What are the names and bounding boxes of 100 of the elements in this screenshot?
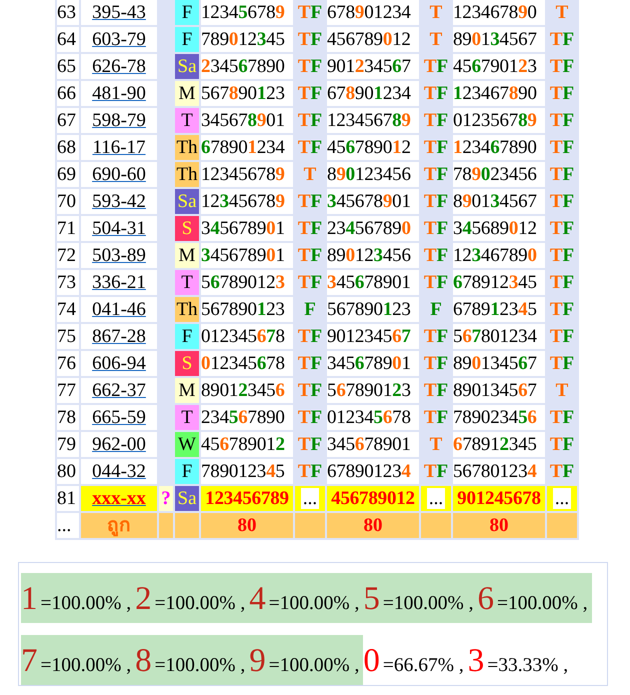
- stat-value: =100.00% ,: [497, 593, 588, 615]
- stat-value: =33.33% ,: [487, 655, 568, 677]
- result-mark: TF: [298, 326, 322, 347]
- day-cell: M: [175, 81, 199, 106]
- row-number: 66: [57, 81, 79, 106]
- digits-cell: 890134567: [453, 378, 545, 403]
- result-mark: TF: [550, 434, 574, 455]
- result-mark: TF: [298, 434, 322, 455]
- day-cell: Sa: [175, 54, 199, 79]
- result-mark: TF: [424, 137, 448, 158]
- result-mark: TF: [550, 299, 574, 320]
- digits-cell: 123456789: [201, 189, 293, 214]
- digits-cell: 890134567: [453, 351, 545, 376]
- digits-cell: 567890123: [327, 378, 419, 403]
- result-mark: T: [304, 164, 316, 185]
- result-mark: T: [430, 29, 442, 50]
- row-number: 63: [57, 0, 79, 25]
- digits-cell: 567890123: [201, 270, 293, 295]
- result-mark: TF: [550, 461, 574, 482]
- digits-cell: 234567890: [201, 54, 293, 79]
- day-cell: M: [175, 378, 199, 403]
- row-number: 69: [57, 162, 79, 187]
- result-mark: TF: [298, 218, 322, 239]
- row-number: 70: [57, 189, 79, 214]
- digits-cell: 789012345: [201, 459, 293, 484]
- result-mark: T: [430, 2, 442, 23]
- digits-cell: 789012345: [201, 27, 293, 52]
- stat-value: =100.00% ,: [382, 593, 474, 615]
- stat-digit: 6: [478, 581, 494, 617]
- digits-cell: 890134567: [453, 27, 545, 52]
- result-mark: TF: [298, 83, 322, 104]
- digits-cell: 123467890: [453, 0, 545, 25]
- digits-cell: 789023456: [453, 405, 545, 430]
- digits-cell: 456789012: [327, 486, 419, 511]
- digits-cell: 012345678: [201, 351, 293, 376]
- row-number: 67: [57, 108, 79, 133]
- result-mark: TF: [424, 326, 448, 347]
- result-mark: TF: [550, 56, 574, 77]
- result-mark: TF: [550, 110, 574, 131]
- day-cell: F: [175, 0, 199, 25]
- result-mark: TF: [424, 218, 448, 239]
- day-cell: Th: [175, 162, 199, 187]
- result-mark: TF: [550, 353, 574, 374]
- result-mark: TF: [298, 272, 322, 293]
- row-number: 65: [57, 54, 79, 79]
- digits-cell: 678912345: [453, 432, 545, 457]
- digits-cell: 345689012: [453, 216, 545, 241]
- stat-digit: 7: [21, 643, 38, 679]
- digits-cell: 890123456: [327, 243, 419, 268]
- stat-digit: 5: [363, 581, 380, 617]
- digits-cell: 456790123: [453, 54, 545, 79]
- day-cell: T: [175, 108, 199, 133]
- digits-cell: 901234567: [327, 324, 419, 349]
- result-mark: TF: [298, 29, 322, 50]
- digits-cell: 345678901: [201, 243, 293, 268]
- row-number: 74: [57, 297, 79, 322]
- digits-cell: 012356789: [453, 108, 545, 133]
- digits-cell: 901234567: [327, 54, 419, 79]
- row-number: 68: [57, 135, 79, 160]
- result-mark: TF: [298, 380, 322, 401]
- stat-value: =66.67% ,: [382, 655, 464, 677]
- row-number: 75: [57, 324, 79, 349]
- result-mark: T: [556, 380, 568, 401]
- digits-cell: 678912345: [453, 297, 545, 322]
- result-mark: TF: [550, 326, 574, 347]
- result-mark: TF: [424, 83, 448, 104]
- row-number: 76: [57, 351, 79, 376]
- stat-value: =100.00% ,: [40, 655, 132, 677]
- digits-cell: 123467890: [453, 243, 545, 268]
- result-mark: TF: [550, 29, 574, 50]
- result-mark: TF: [298, 2, 322, 23]
- result-mark: T: [430, 434, 442, 455]
- digits-cell: 123456789: [201, 486, 293, 511]
- result-mark: TF: [424, 407, 448, 428]
- digits-cell: 901245678: [453, 486, 545, 511]
- result-mark: TF: [550, 407, 574, 428]
- result-mark: TF: [424, 164, 448, 185]
- digits-cell: 678901234: [327, 459, 419, 484]
- result-mark: F: [430, 299, 442, 320]
- result-mark: TF: [298, 245, 322, 266]
- result-mark: TF: [424, 272, 448, 293]
- result-mark: ...: [426, 488, 446, 509]
- stat-digit: 9: [249, 643, 266, 679]
- digits-cell: 890134567: [453, 189, 545, 214]
- row-number: 71: [57, 216, 79, 241]
- day-cell: M: [175, 243, 199, 268]
- correct-count: 80: [201, 513, 293, 538]
- result-mark: ...: [552, 488, 572, 509]
- row-number: 72: [57, 243, 79, 268]
- digits-cell: 456789012: [327, 135, 419, 160]
- result-mark: TF: [424, 461, 448, 482]
- result-mark: TF: [298, 407, 322, 428]
- digits-cell: 345678901: [327, 432, 419, 457]
- correct-count: 80: [327, 513, 419, 538]
- result-mark: TF: [424, 56, 448, 77]
- stat-digit: 0: [363, 643, 380, 679]
- digits-cell: 678901234: [201, 135, 293, 160]
- digits-cell: 567890123: [201, 297, 293, 322]
- stat-value: =100.00% ,: [268, 593, 360, 615]
- digits-cell: 890123456: [327, 162, 419, 187]
